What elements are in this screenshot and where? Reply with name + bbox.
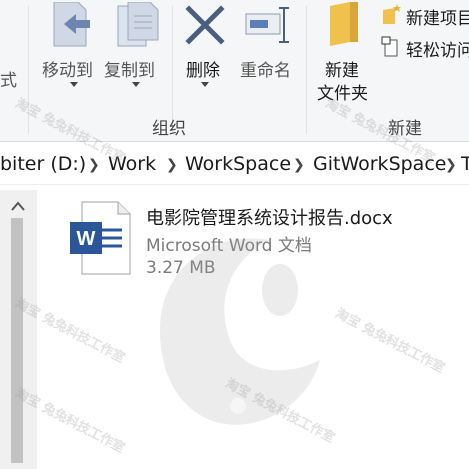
vertical-scrollbar[interactable] xyxy=(0,190,37,469)
copy-to-icon xyxy=(117,2,159,47)
breadcrumb: biter (D:) ❯ Work ❯ WorkSpace ❯ GitWorkS… xyxy=(0,145,469,185)
breadcrumb-work[interactable]: Work xyxy=(108,153,156,175)
copy-to-button[interactable]: 复制到 xyxy=(104,0,168,100)
folder-icon xyxy=(330,2,358,46)
new-item-icon xyxy=(383,4,401,24)
copy-to-label: 复制到 xyxy=(104,61,155,81)
move-to-icon xyxy=(53,2,90,47)
scroll-thumb[interactable] xyxy=(11,218,23,463)
move-to-dropdown-icon xyxy=(70,82,78,87)
rename-icon xyxy=(245,7,289,43)
breadcrumb-workspace[interactable]: WorkSpace xyxy=(185,153,291,175)
move-to-label: 移动到 xyxy=(42,61,93,81)
ribbon-partial-label: 式 xyxy=(0,71,17,91)
rename-label: 重命名 xyxy=(240,61,291,81)
ribbon: 式 移动到 复制到 删除 重命名 新建 文件夹 新建项目 轻松访问 组织 新建 xyxy=(0,0,469,142)
watermark-text: 淘宝 兔兔科技工作室 xyxy=(332,306,448,377)
breadcrumb-gitworkspace[interactable]: GitWorkSpace xyxy=(313,153,446,175)
new-item-label: 新建项目 xyxy=(406,9,469,29)
delete-dropdown-icon xyxy=(201,82,209,87)
breadcrumb-next-partial[interactable]: T xyxy=(461,153,469,175)
rename-button[interactable]: 重命名 xyxy=(238,0,300,100)
file-type: Microsoft Word 文档 xyxy=(146,236,312,256)
ribbon-partial-button[interactable]: 式 xyxy=(0,0,26,100)
word-document-icon: W xyxy=(70,201,131,275)
ribbon-separator xyxy=(306,6,307,134)
new-folder-label-line2: 文件夹 xyxy=(317,84,368,104)
chevron-right-icon[interactable]: ❯ xyxy=(88,157,100,173)
chevron-right-icon[interactable]: ❯ xyxy=(293,157,305,173)
delete-x-icon xyxy=(185,5,225,45)
scroll-up-icon[interactable] xyxy=(10,200,26,212)
easy-access-icon xyxy=(381,36,398,57)
file-name: 电影院管理系统设计报告.docx xyxy=(146,208,393,229)
new-item-button[interactable]: 新建项目 xyxy=(380,0,469,30)
delete-button[interactable]: 删除 xyxy=(180,0,230,100)
chevron-right-icon[interactable]: ❯ xyxy=(445,157,457,173)
organize-group-label: 组织 xyxy=(152,119,186,139)
easy-access-label: 轻松访问 xyxy=(406,41,469,61)
file-item[interactable]: W 电影院管理系统设计报告.docx Microsoft Word 文档 3.2… xyxy=(66,198,406,288)
file-size: 3.27 MB xyxy=(146,258,216,278)
svg-text:W: W xyxy=(77,228,96,250)
new-group-label: 新建 xyxy=(388,119,422,139)
copy-to-dropdown-icon xyxy=(132,82,140,87)
ribbon-separator xyxy=(28,6,29,134)
easy-access-button[interactable]: 轻松访问 xyxy=(380,32,469,62)
chevron-right-icon[interactable]: ❯ xyxy=(166,157,178,173)
move-to-button[interactable]: 移动到 xyxy=(38,0,102,100)
new-folder-label-line1: 新建 xyxy=(325,61,359,81)
delete-label: 删除 xyxy=(186,61,220,81)
new-folder-button[interactable]: 新建 文件夹 xyxy=(314,0,374,104)
breadcrumb-drive[interactable]: biter (D:) xyxy=(0,153,86,175)
watermark-text: 淘宝 兔兔科技工作室 xyxy=(222,376,338,447)
